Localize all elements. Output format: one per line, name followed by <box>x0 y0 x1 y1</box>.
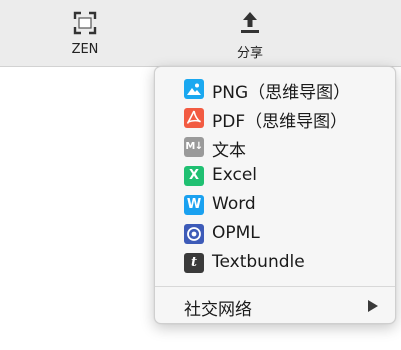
menu-item-excel[interactable]: X Excel <box>155 162 395 191</box>
zen-button[interactable]: ZEN <box>50 6 120 62</box>
menu-item-label: OPML <box>212 223 260 243</box>
menu-item-label: Word <box>212 194 256 214</box>
toolbar: ZEN 分享 <box>0 0 401 67</box>
menu-item-label: 社交网络 <box>184 300 252 320</box>
share-label: 分享 <box>236 46 263 61</box>
menu-item-label: Textbundle <box>212 252 305 272</box>
menu-item-textbundle[interactable]: t Textbundle <box>155 249 395 278</box>
fullscreen-icon <box>73 11 97 35</box>
menu-item-pdf[interactable]: PDF（思维导图） <box>155 104 395 133</box>
submenu-arrow-icon <box>368 300 378 312</box>
menu-item-text[interactable]: M↓ 文本 <box>155 133 395 162</box>
share-button[interactable]: 分享 <box>215 6 285 62</box>
opml-icon <box>184 224 204 244</box>
image-icon <box>184 79 204 99</box>
menu-item-label: Excel <box>212 165 258 185</box>
markdown-icon: M↓ <box>184 137 204 157</box>
excel-icon: X <box>184 166 204 186</box>
menu-divider <box>155 286 395 287</box>
share-upload-icon <box>241 12 259 33</box>
textbundle-icon: t <box>184 253 204 273</box>
menu-item-label: PNG（思维导图） <box>212 83 351 103</box>
menu-item-opml[interactable]: OPML <box>155 220 395 249</box>
zen-label: ZEN <box>71 42 99 57</box>
menu-item-label: PDF（思维导图） <box>212 112 348 132</box>
export-menu: PNG（思维导图） PDF（思维导图） M↓ 文本 X Excel W Word… <box>154 66 396 324</box>
word-icon: W <box>184 195 204 215</box>
menu-item-social-network[interactable]: 社交网络 <box>155 292 395 321</box>
menu-item-label: 文本 <box>212 141 246 161</box>
pdf-icon <box>184 108 204 128</box>
menu-item-png[interactable]: PNG（思维导图） <box>155 75 395 104</box>
menu-item-word[interactable]: W Word <box>155 191 395 220</box>
